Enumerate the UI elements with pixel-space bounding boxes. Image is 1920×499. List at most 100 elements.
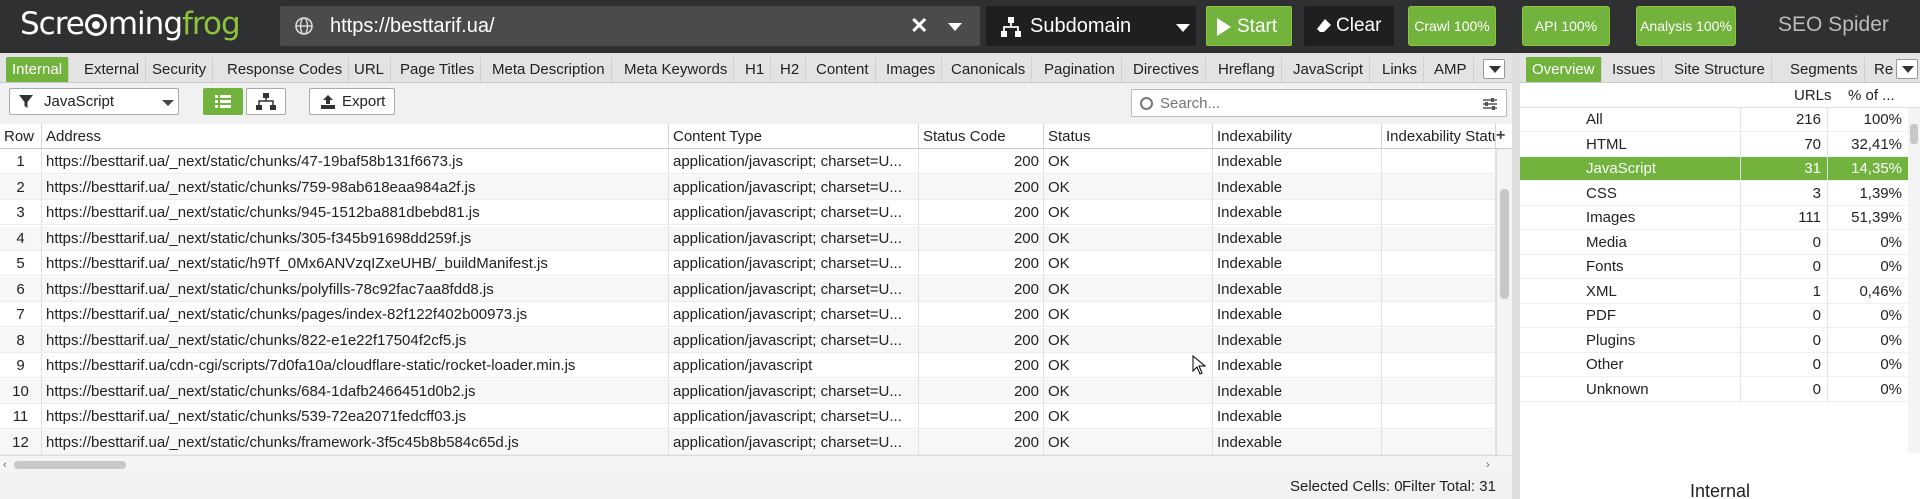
overview-item[interactable]: Unknown 0 0% — [1520, 377, 1908, 402]
table-row[interactable]: 1 https://besttarif.ua/_next/static/chunk… — [0, 149, 1496, 174]
cell-indexability-status[interactable] — [1382, 327, 1496, 353]
overview-item[interactable]: XML 1 0,46% — [1520, 279, 1908, 304]
overview-item[interactable]: Media 0 0% — [1520, 230, 1908, 255]
cell-content-type[interactable]: application/javascript; charset=U... — [669, 302, 919, 327]
cell-status-code[interactable]: 200 — [919, 251, 1044, 276]
scrollbar-thumb[interactable] — [1910, 124, 1918, 144]
table-row[interactable]: 3 https://besttarif.ua/_next/static/chunk… — [0, 200, 1496, 225]
scrollbar-thumb[interactable] — [1500, 189, 1509, 299]
cell-status-code[interactable]: 200 — [919, 404, 1044, 429]
filter-dropdown[interactable]: JavaScript — [9, 88, 179, 115]
cell-row[interactable]: 1 — [0, 149, 42, 174]
cell-status[interactable]: OK — [1044, 276, 1213, 302]
cell-indexability-status[interactable] — [1382, 353, 1496, 378]
table-row[interactable]: 6 https://besttarif.ua/_next/static/chunk… — [0, 276, 1496, 302]
tab-page-titles[interactable]: Page Titles — [394, 57, 482, 82]
cell-indexability-status[interactable] — [1382, 276, 1496, 302]
cell-content-type[interactable]: application/javascript; charset=U... — [669, 404, 919, 429]
col-header-status-code[interactable]: Status Code — [919, 124, 1044, 149]
cell-address[interactable]: https://besttarif.ua/_next/static/chunks… — [42, 404, 669, 429]
cell-status[interactable]: OK — [1044, 225, 1213, 251]
tab-images[interactable]: Images — [880, 57, 943, 82]
tab-javascript[interactable]: JavaScript — [1287, 57, 1371, 82]
overview-item[interactable]: Images 111 51,39% — [1520, 206, 1908, 230]
col-header-indexability-status[interactable]: Indexability Status — [1382, 124, 1496, 149]
cell-indexability[interactable]: Indexable — [1213, 327, 1382, 353]
cell-row[interactable]: 2 — [0, 174, 42, 200]
cell-row[interactable]: 8 — [0, 327, 42, 353]
table-row[interactable]: 9 https://besttarif.ua/cdn-cgi/scripts/7d… — [0, 353, 1496, 378]
overview-item[interactable]: Plugins 0 0% — [1520, 328, 1908, 353]
cell-indexability-status[interactable] — [1382, 378, 1496, 404]
cell-address[interactable]: https://besttarif.ua/_next/static/chunks… — [42, 149, 669, 174]
cell-address[interactable]: https://besttarif.ua/_next/static/chunks… — [42, 378, 669, 404]
search-input[interactable] — [1160, 94, 1460, 112]
cell-indexability-status[interactable] — [1382, 200, 1496, 225]
cell-indexability-status[interactable] — [1382, 302, 1496, 327]
cell-indexability[interactable]: Indexable — [1213, 404, 1382, 429]
col-header-content-type[interactable]: Content Type — [669, 124, 919, 149]
cell-status-code[interactable]: 200 — [919, 225, 1044, 251]
tab-h2[interactable]: H2 — [774, 57, 807, 82]
table-vertical-scrollbar[interactable] — [1496, 149, 1512, 455]
url-history-chevron-icon[interactable] — [948, 23, 962, 31]
cell-content-type[interactable]: application/javascript; charset=U... — [669, 200, 919, 225]
cell-content-type[interactable]: application/javascript; charset=U... — [669, 327, 919, 353]
tab-external[interactable]: External — [78, 57, 147, 82]
tab-site-structure[interactable]: Site Structure — [1668, 57, 1772, 82]
tab-links[interactable]: Links — [1376, 57, 1425, 82]
overview-item[interactable]: Other 0 0% — [1520, 353, 1908, 377]
col-header-row[interactable]: Row — [0, 124, 42, 149]
cell-content-type[interactable]: application/javascript; charset=U... — [669, 378, 919, 404]
tab-content[interactable]: Content — [810, 57, 876, 82]
cell-content-type[interactable]: application/javascript; charset=U... — [669, 429, 919, 455]
cell-content-type[interactable]: application/javascript; charset=U... — [669, 276, 919, 302]
cell-status[interactable]: OK — [1044, 429, 1213, 455]
cell-indexability-status[interactable] — [1382, 429, 1496, 455]
search-box[interactable] — [1131, 89, 1507, 117]
cell-address[interactable]: https://besttarif.ua/_next/static/chunks… — [42, 302, 669, 327]
tab-issues[interactable]: Issues — [1606, 57, 1663, 82]
clear-url-icon[interactable]: ✕ — [910, 13, 928, 39]
tab-directives[interactable]: Directives — [1127, 57, 1206, 82]
cell-indexability-status[interactable] — [1382, 404, 1496, 429]
tab-overview[interactable]: Overview — [1526, 57, 1602, 82]
table-row[interactable]: 5 https://besttarif.ua/_next/static/h9Tf_… — [0, 251, 1496, 276]
cell-content-type[interactable]: application/javascript; charset=U... — [669, 225, 919, 251]
api-progress-button[interactable]: API 100% — [1522, 6, 1610, 46]
cell-indexability[interactable]: Indexable — [1213, 225, 1382, 251]
add-column-icon[interactable]: + — [1496, 127, 1505, 145]
tab-segments[interactable]: Segments — [1784, 57, 1865, 82]
table-row[interactable]: 11 https://besttarif.ua/_next/static/chun… — [0, 404, 1496, 429]
tab-amp[interactable]: AMP — [1428, 57, 1474, 82]
cell-status[interactable]: OK — [1044, 302, 1213, 327]
tab-canonicals[interactable]: Canonicals — [945, 57, 1033, 82]
cell-address[interactable]: https://besttarif.ua/cdn-cgi/scripts/7d0… — [42, 353, 669, 378]
table-row[interactable]: 12 https://besttarif.ua/_next/static/chun… — [0, 429, 1496, 455]
scroll-right-icon[interactable]: › — [1486, 459, 1490, 471]
tree-view-button[interactable] — [246, 88, 286, 115]
cell-status-code[interactable]: 200 — [919, 429, 1044, 455]
cell-status[interactable]: OK — [1044, 149, 1213, 174]
tab-internal[interactable]: Internal — [6, 57, 70, 82]
export-button[interactable]: Export — [309, 88, 395, 115]
analysis-progress-button[interactable]: Analysis 100% — [1636, 6, 1736, 46]
tab-reports-truncated[interactable]: Re — [1868, 57, 1896, 82]
cell-row[interactable]: 5 — [0, 251, 42, 276]
cell-indexability[interactable]: Indexable — [1213, 378, 1382, 404]
cell-indexability[interactable]: Indexable — [1213, 200, 1382, 225]
tab-meta-keywords[interactable]: Meta Keywords — [618, 57, 735, 82]
cell-status-code[interactable]: 200 — [919, 174, 1044, 200]
cell-address[interactable]: https://besttarif.ua/_next/static/h9Tf_0… — [42, 251, 669, 276]
cell-status[interactable]: OK — [1044, 251, 1213, 276]
horizontal-scrollbar-thumb[interactable] — [14, 461, 126, 469]
overview-item[interactable]: PDF 0 0% — [1520, 304, 1908, 328]
cell-row[interactable]: 9 — [0, 353, 42, 378]
cell-address[interactable]: https://besttarif.ua/_next/static/chunks… — [42, 276, 669, 302]
list-view-button[interactable] — [203, 88, 243, 115]
overview-scrollbar[interactable] — [1908, 108, 1920, 453]
cell-content-type[interactable]: application/javascript; charset=U... — [669, 174, 919, 200]
cell-indexability[interactable]: Indexable — [1213, 174, 1382, 200]
overview-item[interactable]: JavaScript 31 14,35% — [1520, 157, 1908, 181]
cell-status[interactable]: OK — [1044, 353, 1213, 378]
